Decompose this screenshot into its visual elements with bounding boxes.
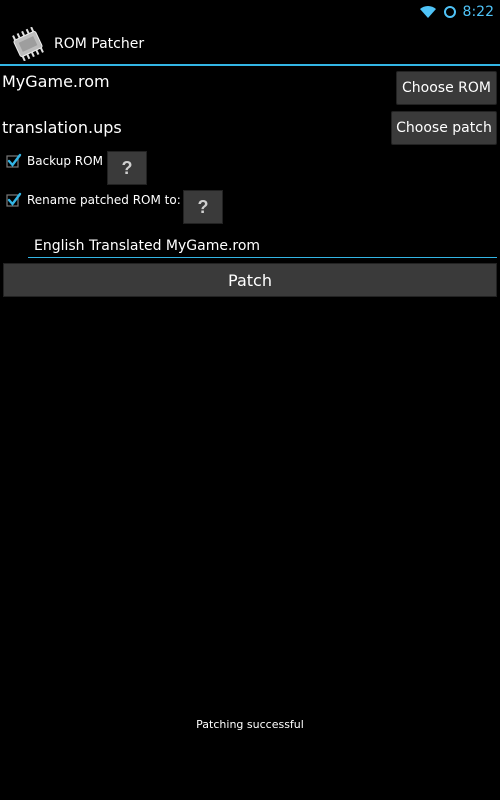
action-bar: ROM Patcher — [0, 24, 500, 66]
rename-help-button[interactable]: ? — [183, 190, 223, 224]
backup-help-button[interactable]: ? — [107, 151, 147, 185]
sync-icon — [443, 5, 457, 19]
backup-rom-label: Backup ROM — [27, 154, 103, 168]
wifi-icon — [419, 5, 437, 19]
backup-rom-option[interactable]: Backup ROM — [6, 153, 103, 169]
app-title: ROM Patcher — [54, 36, 145, 52]
chip-icon — [8, 26, 48, 62]
choose-patch-button[interactable]: Choose patch — [391, 111, 497, 145]
rename-rom-checkbox[interactable] — [6, 192, 22, 208]
patched-rom-name-input[interactable] — [28, 230, 497, 258]
rom-file-name: MyGame.rom — [2, 72, 110, 91]
choose-rom-button[interactable]: Choose ROM — [396, 71, 497, 105]
status-message: Patching successful — [196, 718, 304, 731]
rename-rom-label: Rename patched ROM to: — [27, 193, 181, 207]
patch-file-name: translation.ups — [2, 118, 122, 137]
rename-rom-option[interactable]: Rename patched ROM to: — [6, 192, 181, 208]
backup-rom-checkbox[interactable] — [6, 153, 22, 169]
screen: 8:22 ROM Patcher MyGame.rom Choose ROM t… — [0, 0, 500, 800]
patch-button[interactable]: Patch — [3, 263, 497, 297]
status-bar: 8:22 — [0, 0, 500, 24]
status-time: 8:22 — [462, 4, 494, 20]
status-icons: 8:22 — [419, 2, 494, 22]
